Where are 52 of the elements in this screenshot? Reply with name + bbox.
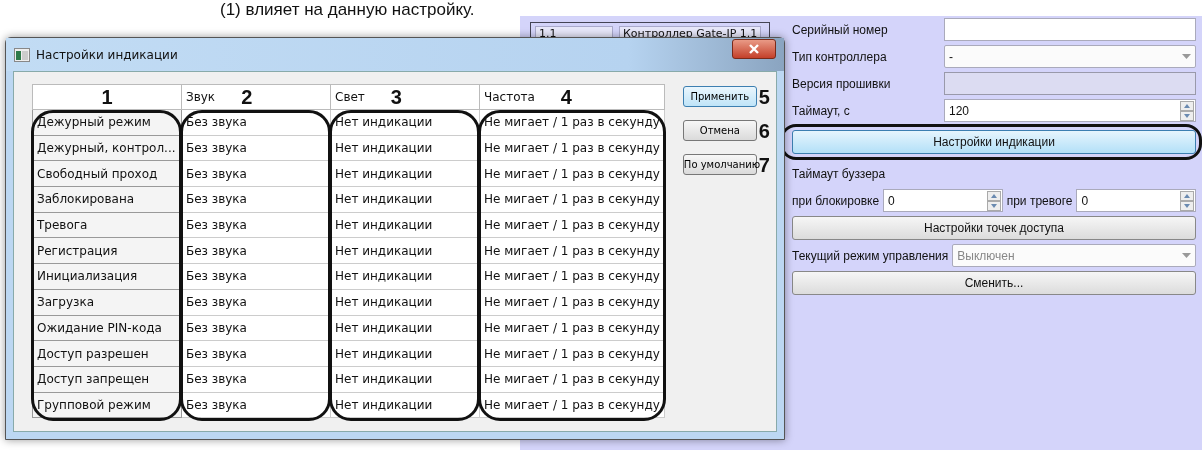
caption-text: (1) влияет на данную настройку.	[220, 0, 475, 20]
table-cell: Тревога	[32, 212, 182, 238]
table-cell: Групповой режим	[32, 392, 182, 418]
spin-arrows-icon[interactable]	[1180, 100, 1194, 121]
callout-number: 4	[560, 87, 572, 107]
callout-number: 2	[241, 87, 253, 107]
table-cell: Не мигает / 1 раз в секунду	[479, 109, 665, 136]
section-label: Таймаут буззера	[792, 166, 887, 181]
access-points-button[interactable]: Настройки точек доступа	[792, 216, 1196, 240]
table-cell: Ожидание PIN-кода	[32, 315, 182, 341]
timeout-spinbox[interactable]: 120	[944, 99, 1196, 122]
window-title: Настройки индикации	[36, 47, 178, 62]
callout-number: 3	[390, 87, 402, 107]
table-cell: Дежурный, контрол...	[32, 135, 182, 161]
dialog-button[interactable]: Применить	[682, 86, 757, 107]
table-cell: Свободный проход	[32, 160, 182, 187]
serial-number-field[interactable]	[944, 18, 1196, 41]
field-label: Версия прошивки	[792, 76, 892, 91]
field-label: при блокировке	[792, 193, 880, 208]
alarm-timeout-spinbox[interactable]: 0	[1076, 189, 1196, 212]
caret-icon	[1182, 253, 1191, 258]
spin-arrows-icon[interactable]	[1180, 190, 1194, 211]
table-cell: Заблокирована	[32, 186, 182, 213]
callout-number: 1	[101, 87, 113, 107]
field-label: при тревоге	[1006, 193, 1073, 208]
table-cell: Нет индикации	[330, 109, 480, 136]
spin-arrows-icon[interactable]	[986, 190, 1001, 211]
window-icon	[14, 47, 30, 62]
table-cell: Доступ запрещен	[32, 366, 182, 393]
indication-settings-button[interactable]: Настройки индикации	[792, 130, 1196, 154]
field-label: Тип контроллера	[792, 49, 888, 64]
field-label: Серийный номер	[792, 22, 889, 37]
field-label: Текущий режим управления	[792, 248, 949, 263]
field-label: Таймаут, с	[792, 103, 851, 118]
controller-type-dropdown[interactable]: -	[944, 45, 1196, 68]
callout-number: 6	[758, 120, 770, 141]
close-icon	[748, 43, 760, 54]
table-cell: Инициализация	[32, 263, 182, 290]
callout-number: 7	[758, 154, 770, 175]
table-cell: Регистрация	[32, 237, 182, 264]
column-header: Звук	[186, 90, 216, 104]
block-timeout-spinbox[interactable]: 0	[883, 189, 1003, 212]
change-button[interactable]: Сменить...	[792, 271, 1196, 295]
callout-number: 5	[758, 86, 770, 107]
close-button[interactable]	[732, 38, 776, 59]
dialog-button[interactable]: Отмена	[682, 120, 757, 141]
column-header: Частота	[484, 90, 535, 104]
table-cell: Доступ разрешен	[32, 340, 182, 367]
firmware-version-field[interactable]	[944, 72, 1196, 95]
column-header: Свет	[335, 90, 365, 104]
table-cell: Загрузка	[32, 289, 182, 315]
caret-icon	[1182, 54, 1191, 59]
